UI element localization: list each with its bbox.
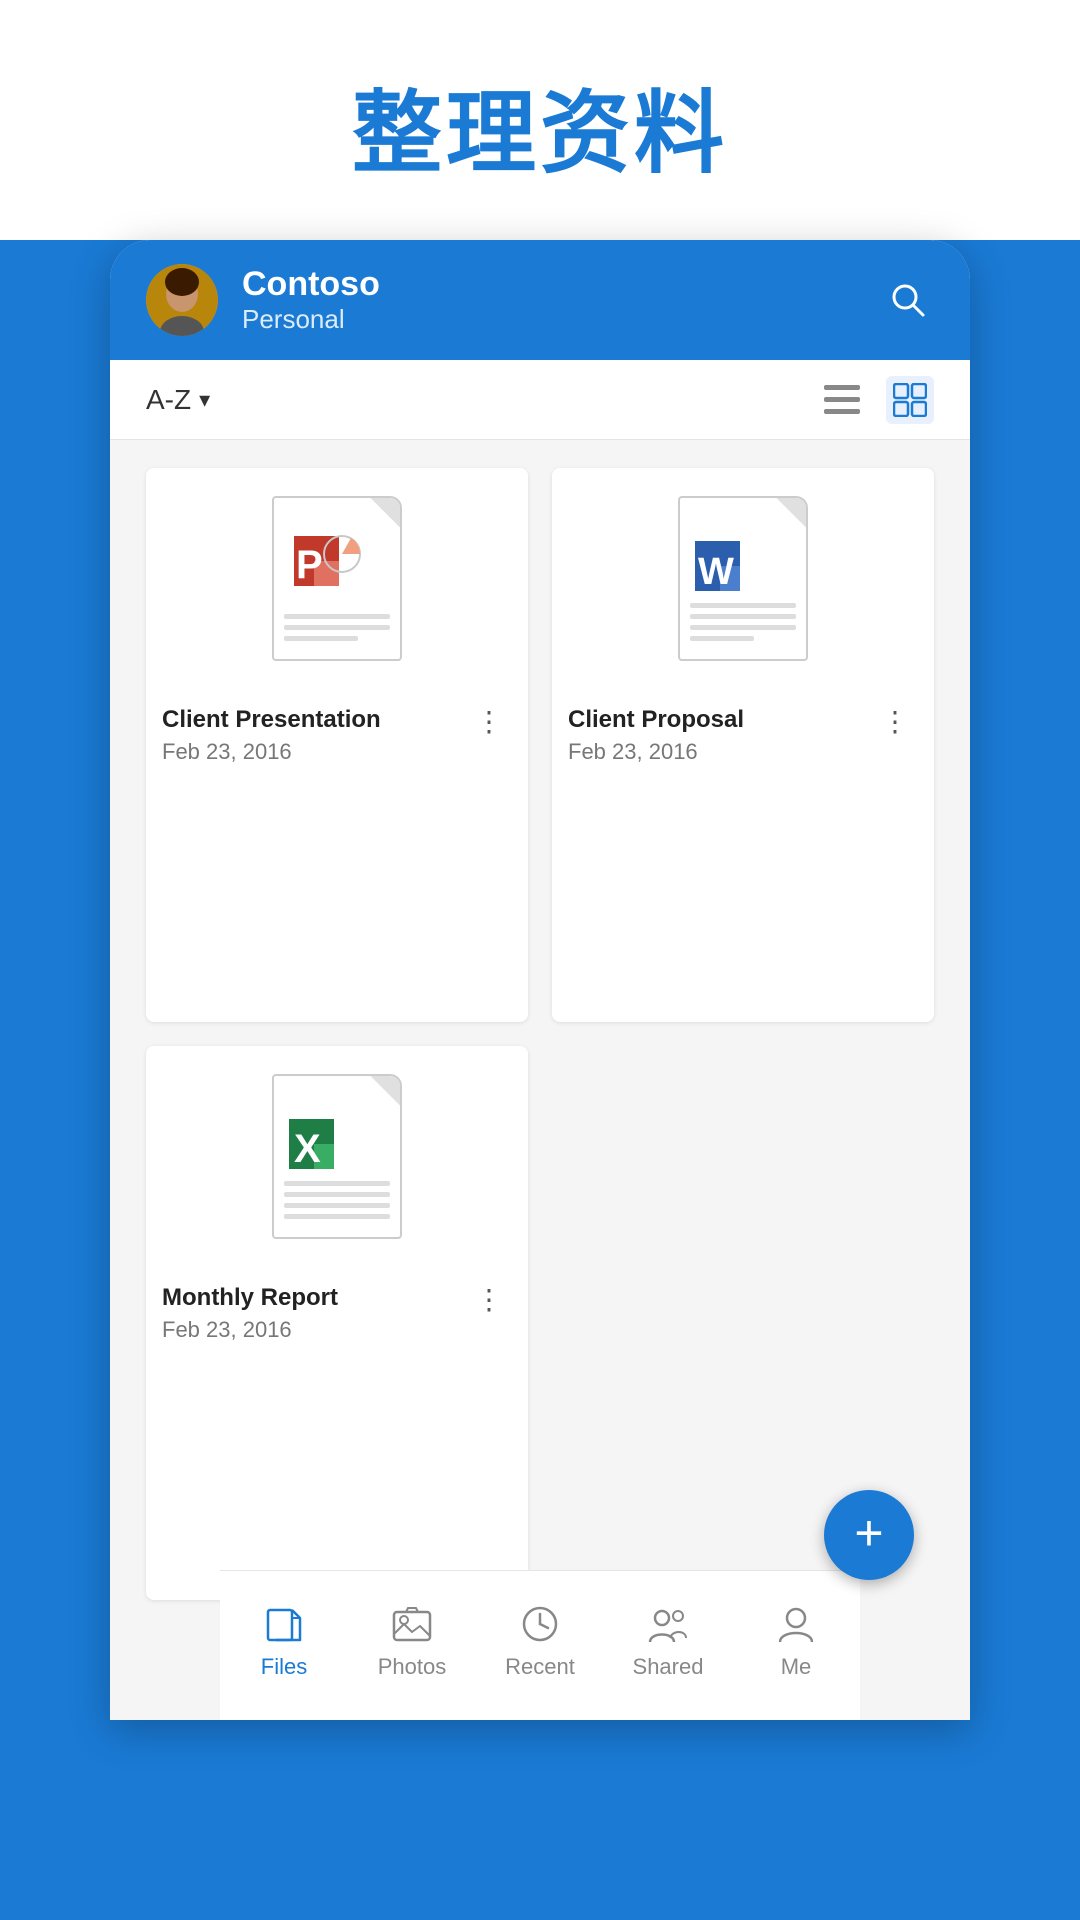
list-view-button[interactable] bbox=[818, 376, 866, 424]
file-card-client-presentation[interactable]: P Client Presentat bbox=[146, 468, 528, 1022]
file-more-button-word[interactable]: ⋮ bbox=[873, 704, 918, 740]
file-info-word: Client Proposal Feb 23, 2016 ⋮ bbox=[552, 688, 934, 785]
file-thumb-excel: X bbox=[146, 1046, 528, 1266]
ppt-doc-icon: P bbox=[272, 496, 402, 661]
files-nav-icon bbox=[262, 1602, 306, 1646]
file-info-ppt: Client Presentation Feb 23, 2016 ⋮ bbox=[146, 688, 528, 785]
file-card-client-proposal[interactable]: W Client Proposal Feb 23, 2016 bbox=[552, 468, 934, 1022]
search-button[interactable] bbox=[882, 274, 934, 326]
file-card-monthly-report[interactable]: X Monthly Report Feb 23, 2016 bbox=[146, 1046, 528, 1600]
recent-nav-icon bbox=[518, 1602, 562, 1646]
sort-button[interactable]: A-Z ▾ bbox=[146, 384, 210, 416]
file-more-button-excel[interactable]: ⋮ bbox=[467, 1282, 512, 1318]
bottom-navigation: Files Photos R bbox=[220, 1570, 860, 1720]
file-date-ppt: Feb 23, 2016 bbox=[162, 739, 381, 765]
sort-label: A-Z bbox=[146, 384, 191, 416]
file-name-word: Client Proposal bbox=[568, 704, 744, 735]
svg-text:P: P bbox=[296, 543, 323, 587]
shared-nav-label: Shared bbox=[633, 1654, 704, 1680]
photos-nav-label: Photos bbox=[378, 1654, 447, 1680]
file-name-excel: Monthly Report bbox=[162, 1282, 338, 1313]
svg-text:X: X bbox=[294, 1127, 321, 1171]
nav-recent[interactable]: Recent bbox=[490, 1602, 590, 1680]
nav-files[interactable]: Files bbox=[234, 1602, 334, 1680]
me-nav-label: Me bbox=[781, 1654, 812, 1680]
nav-shared[interactable]: Shared bbox=[618, 1602, 718, 1680]
file-date-excel: Feb 23, 2016 bbox=[162, 1317, 338, 1343]
file-date-word: Feb 23, 2016 bbox=[568, 739, 744, 765]
file-thumb-word: W bbox=[552, 468, 934, 688]
header-text: Contoso Personal bbox=[242, 265, 858, 335]
header-name: Contoso bbox=[242, 265, 858, 304]
files-toolbar: A-Z ▾ bbox=[110, 360, 970, 440]
file-info-excel: Monthly Report Feb 23, 2016 ⋮ bbox=[146, 1266, 528, 1363]
phone-card: Contoso Personal A-Z ▾ bbox=[110, 240, 970, 1720]
file-more-button-ppt[interactable]: ⋮ bbox=[467, 704, 512, 740]
excel-doc-icon: X bbox=[272, 1074, 402, 1239]
nav-me[interactable]: Me bbox=[746, 1602, 846, 1680]
shared-nav-icon bbox=[646, 1602, 690, 1646]
avatar bbox=[146, 264, 218, 336]
me-nav-icon bbox=[774, 1602, 818, 1646]
page-title: 整理资料 bbox=[0, 60, 1080, 190]
recent-nav-label: Recent bbox=[505, 1654, 575, 1680]
file-name-ppt: Client Presentation bbox=[162, 704, 381, 735]
files-nav-label: Files bbox=[261, 1654, 307, 1680]
app-header: Contoso Personal bbox=[110, 240, 970, 360]
svg-text:W: W bbox=[698, 551, 734, 593]
sort-chevron-icon: ▾ bbox=[199, 387, 210, 413]
fab-plus-icon: + bbox=[854, 1508, 883, 1558]
header-sub: Personal bbox=[242, 304, 858, 335]
file-thumb-ppt: P bbox=[146, 468, 528, 688]
nav-photos[interactable]: Photos bbox=[362, 1602, 462, 1680]
add-file-fab[interactable]: + bbox=[824, 1490, 914, 1580]
photos-nav-icon bbox=[390, 1602, 434, 1646]
word-doc-icon: W bbox=[678, 496, 808, 661]
grid-view-button[interactable] bbox=[886, 376, 934, 424]
